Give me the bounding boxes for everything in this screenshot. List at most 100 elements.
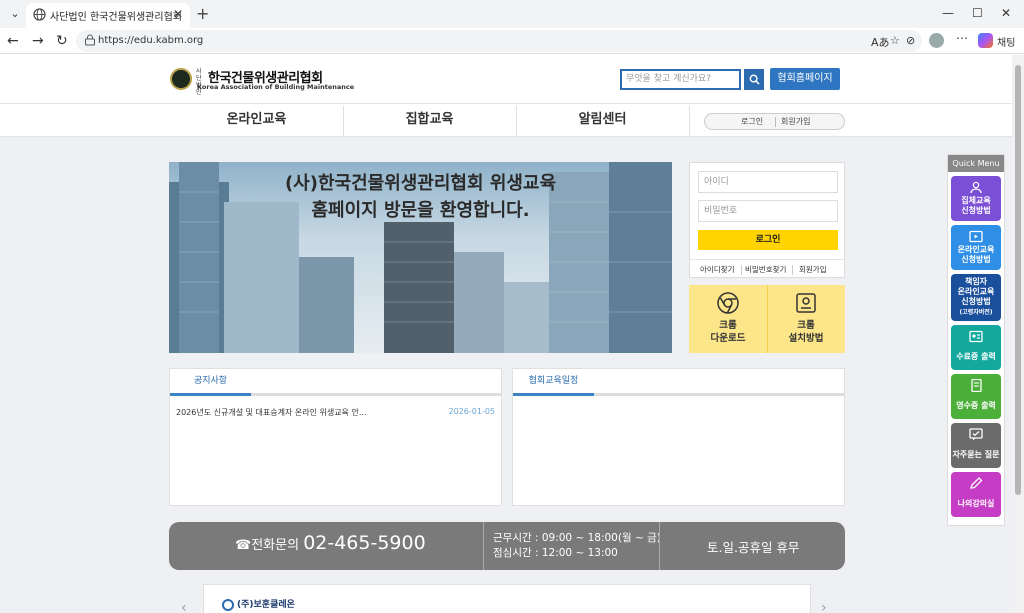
quick-label: 온라인교육 신청방법	[957, 245, 995, 264]
contact-divider	[483, 522, 484, 570]
phone-contact: ☎전화문의 02-465-5900	[235, 532, 426, 554]
pill-divider	[775, 117, 776, 127]
favorite-star-icon[interactable]: ☆	[890, 34, 900, 47]
page-scrollbar[interactable]	[1012, 55, 1024, 613]
password-input[interactable]: 비밀번호	[698, 200, 838, 222]
minimize-icon[interactable]: —	[942, 6, 954, 20]
find-password-link[interactable]: 비밀번호찾기	[745, 264, 786, 275]
pencil-icon	[970, 477, 983, 489]
search-input[interactable]: 무엇을 찾고 계신가요?	[620, 69, 741, 90]
quick-online-education-button[interactable]: 온라인교육 신청방법	[951, 225, 1001, 270]
site-info-icon[interactable]	[84, 34, 96, 46]
read-aloud-icon[interactable]: Aあ	[871, 34, 890, 50]
logo-emblem-icon[interactable]	[170, 68, 192, 90]
close-window-icon[interactable]: ✕	[1001, 6, 1011, 20]
main-navigation: 온라인교육 집합교육 알림센터 로그인 회원가입	[0, 103, 1012, 137]
weekend-closed: 토.일.공휴일 휴무	[707, 540, 800, 555]
tab-close-icon[interactable]: ✕	[173, 7, 183, 21]
new-tab-icon[interactable]: +	[196, 4, 209, 23]
id-input[interactable]: 아이디	[698, 171, 838, 193]
nav-group-education[interactable]: 집합교육	[343, 104, 516, 138]
url-field[interactable]: https://edu.kabm.org	[76, 30, 922, 52]
globe-icon	[33, 8, 46, 21]
phone-icon: ☎	[235, 538, 252, 553]
logo-small-text: 사단법인	[196, 68, 202, 96]
install-guide-icon	[796, 293, 816, 313]
banner-line-2: 홈페이지 방문을 환영합니다.	[311, 200, 530, 221]
chat-check-icon	[969, 428, 983, 441]
site-header: 사단법인 한국건물위생관리협회 Korea Association of Bui…	[0, 55, 1012, 103]
banner-line-1: (사)한국건물위생관리협회 위생교육	[284, 173, 557, 194]
partner-emblem-icon	[222, 598, 234, 611]
profile-avatar[interactable]	[929, 33, 944, 48]
login-button[interactable]: 로그인	[698, 230, 838, 250]
find-id-link[interactable]: 아이디찾기	[700, 264, 735, 275]
lunch-hours: 점심시간 : 12:00 ~ 13:00	[493, 547, 618, 559]
partner-logo[interactable]: (주)보훈클레온	[222, 597, 295, 611]
nav-online-education[interactable]: 온라인교육	[170, 104, 343, 138]
chrome-install-button[interactable]: 크롬 설치방법	[767, 285, 845, 353]
search-button[interactable]	[744, 69, 764, 90]
person-icon	[970, 181, 982, 194]
chrome-download-button[interactable]: 크롬 다운로드	[689, 285, 767, 353]
quick-menu-title: Quick Menu	[948, 155, 1004, 172]
quick-group-education-button[interactable]: 집체교육 신청방법	[951, 176, 1001, 221]
forward-icon[interactable]: →	[32, 33, 44, 49]
link-divider	[741, 265, 742, 275]
list-item[interactable]: 2026년도 신규개설 및 대표승계자 온라인 위생교육 안...	[176, 407, 366, 418]
contact-divider	[659, 522, 660, 570]
quick-sub-label: (고령자버전)	[959, 309, 993, 316]
notice-board: 공지사항 2026년도 신규개설 및 대표승계자 온라인 위생교육 안... 2…	[169, 368, 502, 506]
browser-tab-bar: ⌄ 사단법인 한국건물위생관리협회 ✕ + — ☐ ✕	[0, 0, 1024, 28]
link-divider	[792, 265, 793, 275]
chrome-download-label: 크롬 다운로드	[710, 320, 746, 344]
back-icon[interactable]: ←	[7, 33, 19, 49]
copilot-label[interactable]: 채팅	[997, 34, 1015, 49]
quick-certificate-button[interactable]: 수료증 출력	[951, 325, 1001, 370]
header-join-link[interactable]: 회원가입	[781, 116, 810, 127]
quick-faq-button[interactable]: 자주묻는 질문	[951, 423, 1001, 468]
address-bar: ← → ↻ https://edu.kabm.org Aあ ☆ ⊘ ⋯ 채팅	[0, 28, 1024, 54]
browser-tab[interactable]: 사단법인 한국건물위생관리협회 ✕	[26, 3, 190, 28]
header-login-link[interactable]: 로그인	[741, 116, 763, 127]
tab-list-chevron-icon[interactable]: ⌄	[6, 5, 24, 23]
copilot-icon[interactable]	[978, 33, 993, 48]
quick-label: 자주묻는 질문	[952, 450, 1000, 459]
search-icon	[749, 74, 760, 85]
certificate-icon	[969, 330, 983, 343]
login-links: 아이디찾기 비밀번호찾기 회원가입	[690, 259, 846, 279]
association-home-button[interactable]: 협회홈페이지	[770, 68, 840, 90]
quick-label: 집체교육 신청방법	[961, 196, 991, 215]
business-hours: 근무시간 : 09:00 ~ 18:00(월 ~ 금) 점심시간 : 12:00…	[493, 531, 661, 561]
quick-menu: Quick Menu 집체교육 신청방법 온라인교육 신청방법 책임자 온라인교…	[947, 154, 1005, 526]
tracking-icon[interactable]: ⊘	[906, 34, 915, 47]
next-arrow-icon[interactable]: ›	[821, 600, 827, 613]
scrollbar-thumb[interactable]	[1015, 65, 1021, 495]
tab-schedule[interactable]: 협회교육일정	[513, 369, 594, 393]
tab-title: 사단법인 한국건물위생관리협회	[50, 12, 182, 23]
chrome-install-label: 크롬 설치방법	[788, 320, 824, 344]
partner-name: (주)보훈클레온	[237, 600, 295, 610]
quick-receipt-button[interactable]: 영수증 출력	[951, 374, 1001, 419]
quick-my-classroom-button[interactable]: 나의강의실	[951, 472, 1001, 517]
phone-number: 02-465-5900	[303, 532, 426, 554]
more-options-icon[interactable]: ⋯	[956, 31, 968, 45]
active-tab-underline	[513, 393, 594, 396]
quick-manager-education-button[interactable]: 책임자 온라인교육 신청방법 (고령자버전)	[951, 274, 1001, 321]
quick-label: 수료증 출력	[956, 352, 996, 361]
tab-notice[interactable]: 공지사항	[170, 369, 251, 393]
maximize-icon[interactable]: ☐	[972, 6, 983, 20]
phone-label: 전화문의	[251, 538, 300, 553]
join-link[interactable]: 회원가입	[799, 264, 827, 275]
schedule-board: 협회교육일정	[512, 368, 845, 506]
prev-arrow-icon[interactable]: ‹	[181, 600, 187, 613]
nav-notice-center[interactable]: 알림센터	[516, 104, 689, 138]
nav-divider	[689, 106, 690, 136]
url-text: https://edu.kabm.org	[98, 35, 204, 46]
quick-label: 영수증 출력	[956, 401, 996, 410]
auth-links: 로그인 회원가입	[704, 113, 845, 130]
contact-bar: ☎전화문의 02-465-5900 근무시간 : 09:00 ~ 18:00(월…	[169, 522, 845, 570]
receipt-icon	[971, 379, 982, 392]
login-box: 아이디 비밀번호 로그인 아이디찾기 비밀번호찾기 회원가입	[689, 162, 846, 279]
refresh-icon[interactable]: ↻	[56, 33, 68, 49]
